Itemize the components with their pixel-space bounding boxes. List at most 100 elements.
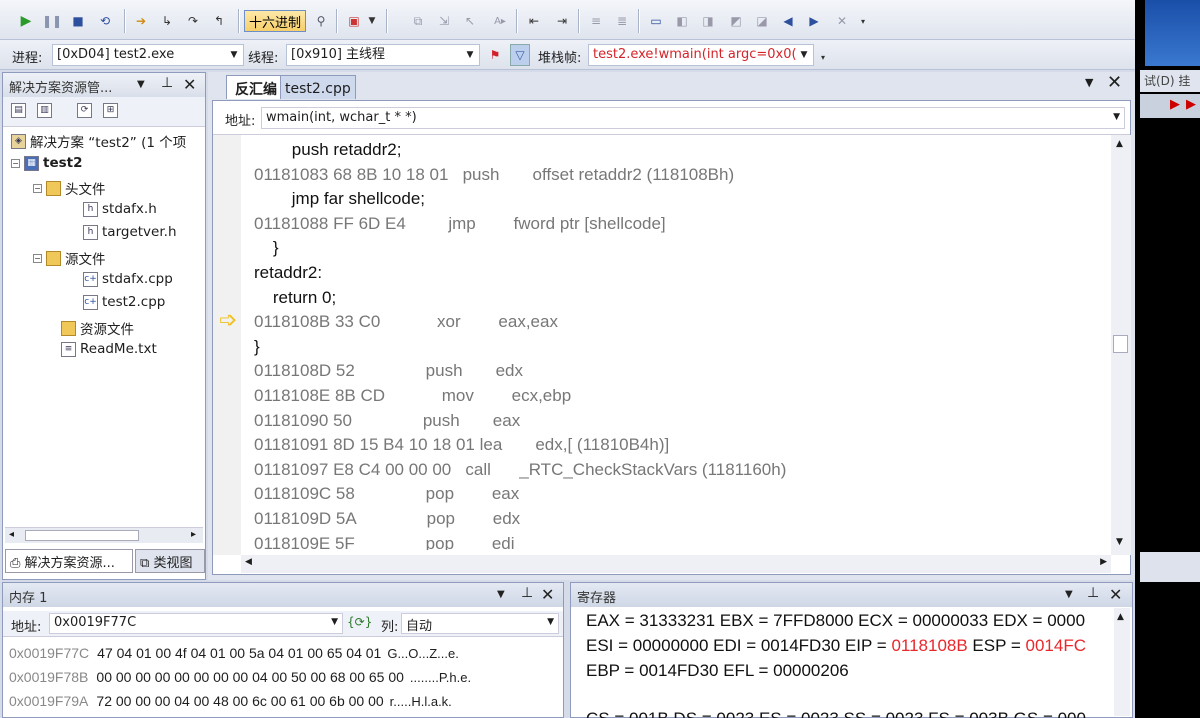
close-icon[interactable]: ✕: [1107, 72, 1122, 93]
chevron-down-icon[interactable]: ▼: [137, 79, 145, 90]
next-bookmark-folder-icon[interactable]: ◪: [752, 10, 772, 32]
memory-row[interactable]: 0x0019F77C 47 04 01 00 4f 04 01 00 5a 04 …: [9, 645, 459, 661]
close-icon[interactable]: ✕: [541, 585, 554, 604]
tree-node-source-files[interactable]: − 源文件: [33, 248, 106, 268]
scrollbar-thumb[interactable]: [25, 530, 139, 541]
class-diagram-icon[interactable]: ⊞: [103, 103, 118, 118]
chevron-down-icon[interactable]: ▼: [797, 45, 811, 65]
tree-node-resource-files[interactable]: 资源文件: [61, 318, 134, 338]
thread-combo[interactable]: [0x910] 主线程 ▼: [286, 44, 480, 66]
close-icon[interactable]: ✕: [183, 75, 196, 94]
stack-frame-combo[interactable]: test2.exe!wmain(int argc=0x0( ▼: [588, 44, 814, 66]
memory-bytes[interactable]: 47 04 01 00 4f 04 01 00 5a 04 01 00 65 0…: [97, 645, 381, 661]
memory-row[interactable]: 0x0019F78B 00 00 00 00 00 00 00 00 04 00 …: [9, 669, 471, 685]
outdent-icon[interactable]: ⇤: [524, 10, 544, 32]
flag-icon[interactable]: ⚑: [486, 44, 504, 66]
source-line[interactable]: return 0;: [254, 288, 336, 308]
tree-node-readme[interactable]: ≡ ReadMe.txt: [61, 341, 157, 357]
chevron-down-icon[interactable]: ▼: [497, 589, 505, 600]
asm-line[interactable]: 0118109D 5A pop edx: [254, 509, 520, 529]
scroll-up-icon[interactable]: ▲: [1117, 612, 1124, 622]
tab-solution-explorer[interactable]: ⎙ 解决方案资源...: [5, 549, 133, 573]
tree-node-stdafx-cpp[interactable]: c+ stdafx.cpp: [83, 271, 173, 287]
tree-node-stdafx-h[interactable]: h stdafx.h: [83, 201, 157, 217]
pin-icon[interactable]: ⊥: [521, 585, 533, 601]
asm-line[interactable]: 01181097 E8 C4 00 00 00 call _RTC_CheckS…: [254, 460, 786, 480]
tree-node-header-files[interactable]: − 头文件: [33, 178, 106, 198]
asm-line[interactable]: 01181091 8D 15 B4 10 18 01 lea edx,[ (11…: [254, 435, 669, 455]
toolbar-overflow-icon[interactable]: ▾: [858, 10, 868, 32]
chevron-down-icon[interactable]: ▼: [547, 617, 554, 627]
asm-line[interactable]: 0118108D 52 push edx: [254, 361, 523, 381]
filter-icon[interactable]: ▽: [510, 44, 530, 66]
asm-line[interactable]: 01181088 FF 6D E4 jmp fword ptr [shellco…: [254, 214, 666, 234]
scroll-right-icon[interactable]: ▸: [191, 529, 196, 540]
align-left-icon[interactable]: ⇲: [434, 10, 454, 32]
chevron-down-icon[interactable]: ▼: [366, 10, 378, 32]
cursor-icon[interactable]: ↖: [460, 10, 480, 32]
source-line[interactable]: jmp far shellcode;: [254, 189, 425, 209]
hex-toggle-button[interactable]: 十六进制: [244, 10, 307, 32]
tab-disassembly[interactable]: 反汇编: [226, 75, 286, 99]
bookmark-icon[interactable]: ▭: [646, 10, 666, 32]
collapse-icon[interactable]: −: [33, 253, 42, 263]
vertical-scrollbar[interactable]: ▲ ▼: [1111, 135, 1131, 555]
editor-horizontal-scrollbar[interactable]: ◀ ▶: [241, 555, 1111, 573]
font-size-icon[interactable]: A▸: [488, 10, 512, 32]
toolbar-overflow-icon[interactable]: ▾: [818, 46, 828, 68]
asm-line[interactable]: 0118108E 8B CD mov ecx,ebp: [254, 386, 571, 406]
tab-class-view[interactable]: ⧉ 类视图: [135, 549, 205, 573]
indent-icon[interactable]: ⇥: [552, 10, 572, 32]
scroll-right-icon[interactable]: ▶: [1100, 557, 1107, 567]
uncomment-icon[interactable]: ≣: [612, 10, 632, 32]
step-over-icon[interactable]: ↷: [182, 10, 204, 32]
address-input[interactable]: wmain(int, wchar_t * *) ▼: [261, 107, 1125, 129]
chevron-down-icon[interactable]: ▼: [1065, 589, 1073, 600]
registers-scrollbar[interactable]: ▲: [1114, 608, 1130, 716]
window-list-icon[interactable]: ▣: [344, 10, 364, 32]
source-line[interactable]: push retaddr2;: [254, 140, 402, 160]
chevron-down-icon[interactable]: ▼: [463, 45, 477, 65]
collapse-icon[interactable]: −: [33, 183, 42, 193]
pause-icon[interactable]: ❚❚: [42, 10, 62, 32]
tree-node-project[interactable]: − ▦ test2: [11, 155, 83, 171]
scroll-down-icon[interactable]: ▼: [1116, 537, 1123, 547]
scroll-left-icon[interactable]: ◂: [9, 529, 14, 540]
next-bookmark-doc-icon[interactable]: ▶: [804, 10, 824, 32]
memory-columns-select[interactable]: 自动 ▼: [401, 613, 559, 634]
continue-icon[interactable]: ▶: [18, 10, 34, 32]
prev-bookmark-icon[interactable]: ◧: [672, 10, 692, 32]
step-into-icon[interactable]: ↳: [156, 10, 178, 32]
memory-address-input[interactable]: 0x0019F77C ▼: [49, 613, 343, 634]
memory-bytes[interactable]: 72 00 00 00 04 00 48 00 6c 00 61 00 6b 0…: [96, 693, 383, 709]
prev-bookmark-doc-icon[interactable]: ◀: [778, 10, 798, 32]
memory-row[interactable]: 0x0019F79A 72 00 00 00 04 00 48 00 6c 00 …: [9, 693, 452, 709]
properties-icon[interactable]: ▤: [11, 103, 26, 118]
breakpoint-settings-icon[interactable]: ⚲: [310, 10, 332, 32]
record-icon[interactable]: ▶: [1186, 97, 1196, 112]
chevron-down-icon[interactable]: ▼: [1085, 76, 1093, 89]
chevron-down-icon[interactable]: ▼: [1113, 112, 1120, 122]
tree-node-targetver-h[interactable]: h targetver.h: [83, 224, 177, 240]
collapse-icon[interactable]: −: [11, 158, 20, 168]
asm-line[interactable]: 01181083 68 8B 10 18 01 push offset reta…: [254, 165, 734, 185]
scroll-left-icon[interactable]: ◀: [245, 557, 252, 567]
pin-icon[interactable]: ⊥: [1087, 585, 1099, 601]
show-next-statement-icon[interactable]: ➔: [132, 10, 150, 32]
tree-node-test2-cpp[interactable]: c+ test2.cpp: [83, 294, 165, 310]
memory-bytes[interactable]: 00 00 00 00 00 00 00 00 04 00 50 00 68 0…: [96, 669, 404, 685]
source-line[interactable]: }: [254, 238, 279, 258]
asm-line[interactable]: 0118109C 58 pop eax: [254, 484, 519, 504]
refresh-icon[interactable]: ⟳: [77, 103, 92, 118]
play-icon[interactable]: ▶: [1170, 97, 1180, 112]
process-combo[interactable]: [0xD04] test2.exe ▼: [52, 44, 244, 66]
asm-line[interactable]: 01181090 50 push eax: [254, 411, 520, 431]
scroll-up-icon[interactable]: ▲: [1116, 139, 1123, 149]
show-all-files-icon[interactable]: ▥: [37, 103, 52, 118]
tab-test2-cpp[interactable]: test2.cpp: [280, 75, 356, 99]
close-icon[interactable]: ✕: [1109, 585, 1122, 604]
source-line[interactable]: }: [254, 337, 260, 357]
asm-line[interactable]: 0118109E 5F pop edi: [254, 534, 515, 550]
source-line[interactable]: retaddr2:: [254, 263, 322, 283]
chevron-down-icon[interactable]: ▼: [227, 45, 241, 65]
